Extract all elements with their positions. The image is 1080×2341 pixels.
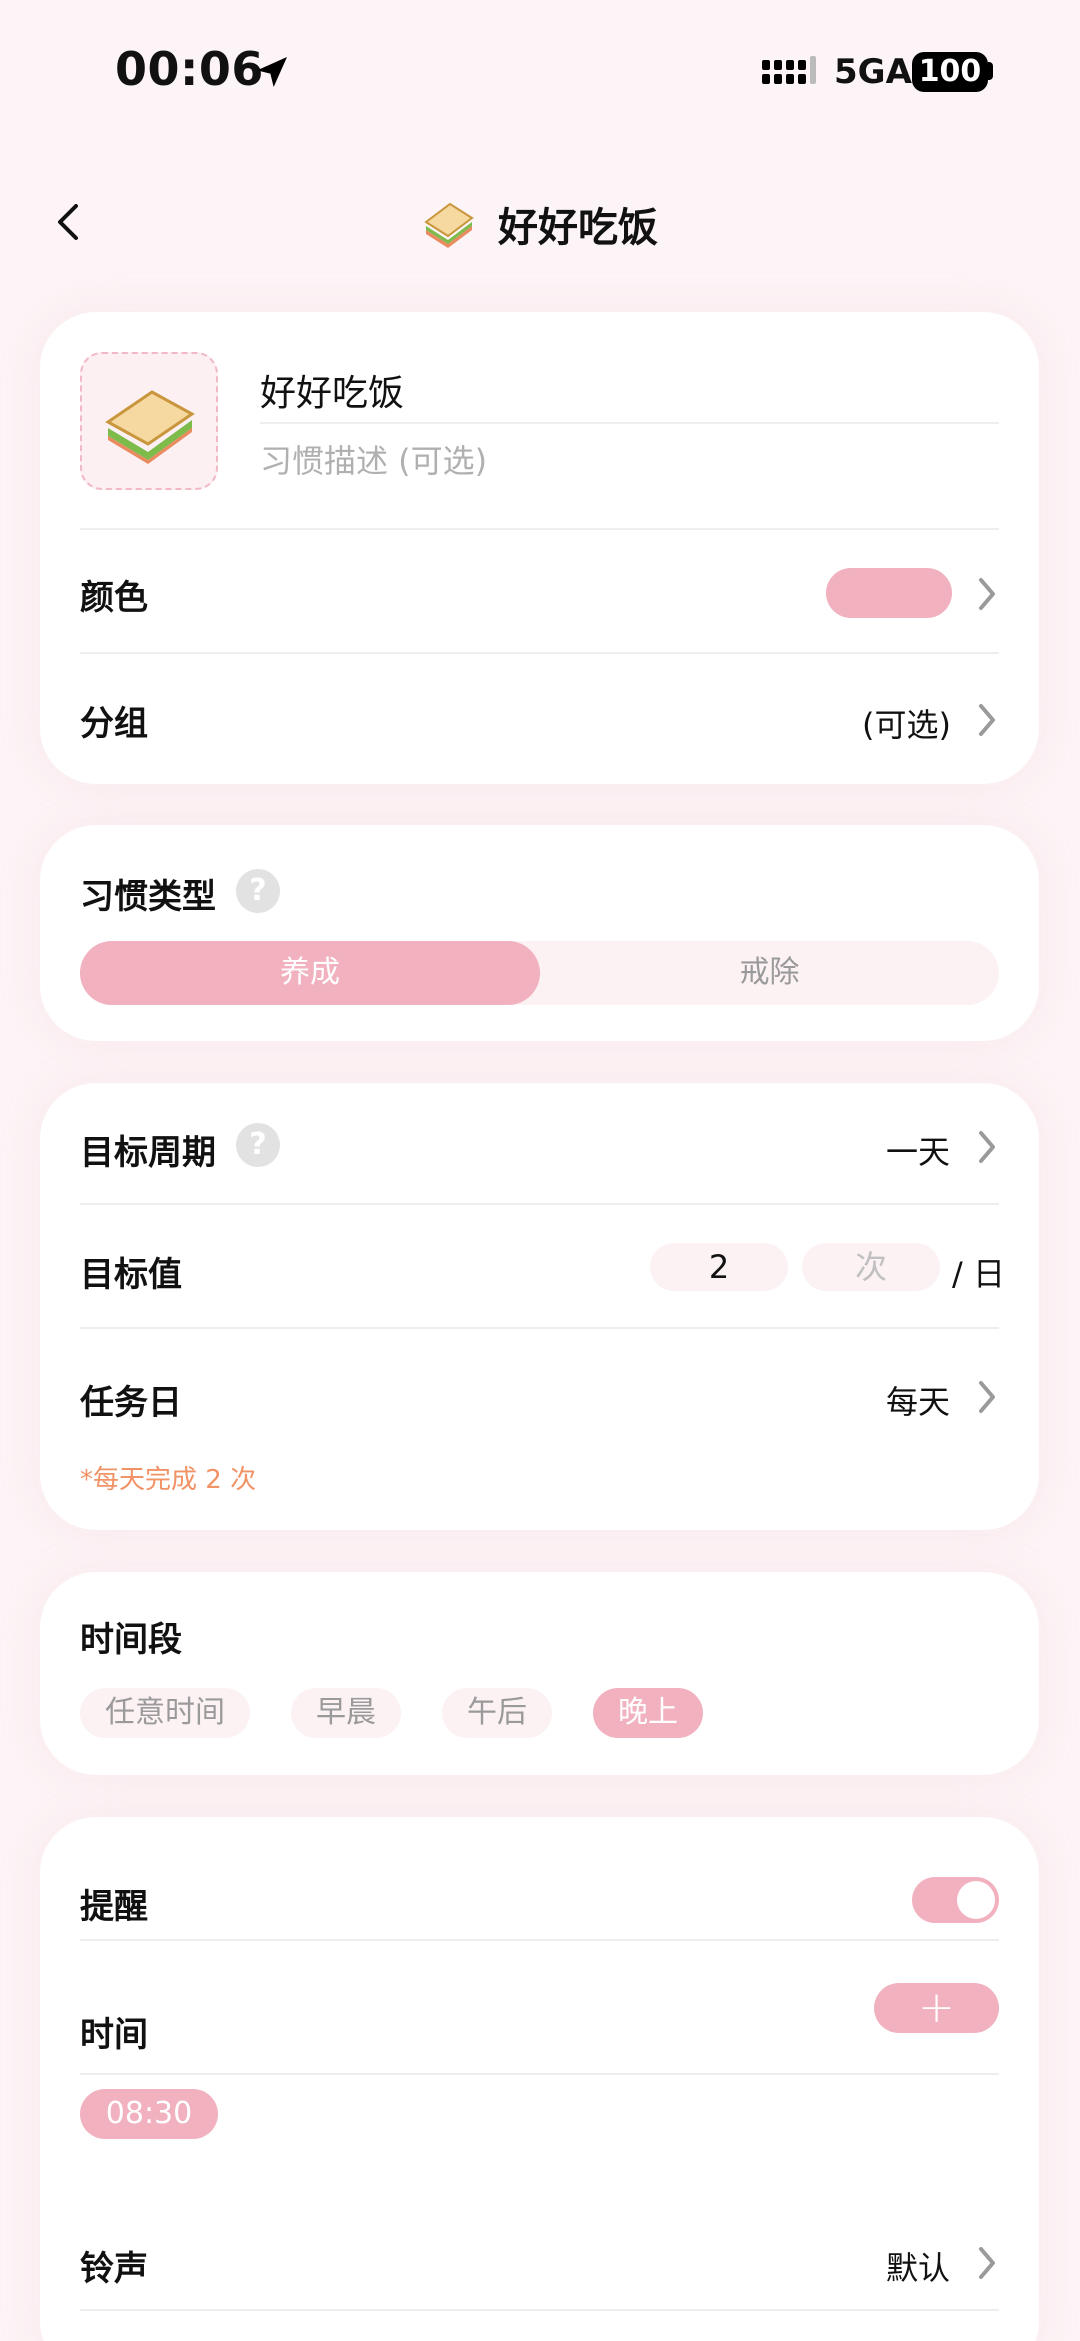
chevron-right-icon[interactable] bbox=[975, 1379, 999, 1415]
goal-unit-input[interactable]: 次 bbox=[802, 1243, 940, 1291]
divider bbox=[80, 2309, 999, 2311]
color-label: 颜色 bbox=[80, 578, 148, 618]
sandwich-icon bbox=[105, 390, 195, 464]
toggle-knob bbox=[957, 1881, 995, 1919]
habit-description-field[interactable]: 习惯描述 (可选) bbox=[260, 436, 487, 482]
habit-name-field[interactable]: 好好吃饭 bbox=[260, 364, 404, 416]
goal-value-input[interactable]: 2 bbox=[650, 1243, 788, 1291]
habit-icon-picker[interactable] bbox=[80, 352, 218, 490]
divider bbox=[80, 2073, 999, 2075]
location-arrow-icon bbox=[257, 57, 287, 87]
reminder-card: 提醒 时间 + 08:30 铃声 默认 bbox=[40, 1817, 1039, 2341]
segment-build[interactable]: 养成 bbox=[80, 941, 540, 1005]
habit-type-segmented: 养成 戒除 bbox=[80, 941, 999, 1005]
chip-morning[interactable]: 早晨 bbox=[291, 1688, 401, 1738]
reminder-time-chip[interactable]: 08:30 bbox=[80, 2089, 218, 2139]
signal-icon bbox=[762, 56, 816, 84]
chevron-right-icon[interactable] bbox=[975, 2245, 999, 2281]
habit-type-card: 习惯类型 ? 养成 戒除 bbox=[40, 825, 1039, 1041]
chip-anytime[interactable]: 任意时间 bbox=[80, 1688, 250, 1738]
add-time-button[interactable]: + bbox=[874, 1983, 999, 2033]
help-icon[interactable]: ? bbox=[236, 1123, 280, 1167]
group-value[interactable]: (可选) bbox=[862, 700, 951, 746]
segment-quit[interactable]: 戒除 bbox=[540, 941, 999, 1005]
reminder-label: 提醒 bbox=[80, 1887, 148, 1927]
chevron-right-icon[interactable] bbox=[975, 576, 999, 612]
divider bbox=[80, 528, 999, 530]
page-title: 好好吃饭 bbox=[498, 205, 658, 251]
time-slot-card: 时间段 任意时间 早晨 午后 晚上 bbox=[40, 1572, 1039, 1775]
status-time: 00:06 bbox=[115, 42, 264, 96]
color-swatch[interactable] bbox=[826, 568, 952, 618]
time-slot-label: 时间段 bbox=[80, 1620, 182, 1660]
battery-nub bbox=[988, 62, 993, 80]
goal-hint: *每天完成 2 次 bbox=[80, 1465, 257, 1495]
ringtone-value[interactable]: 默认 bbox=[886, 2243, 950, 2289]
chevron-right-icon[interactable] bbox=[975, 702, 999, 738]
chevron-left-icon[interactable] bbox=[52, 200, 84, 244]
group-label: 分组 bbox=[80, 704, 148, 744]
sandwich-icon bbox=[424, 202, 474, 248]
time-label: 时间 bbox=[80, 2015, 148, 2055]
divider bbox=[80, 1327, 999, 1329]
chip-afternoon[interactable]: 午后 bbox=[442, 1688, 552, 1738]
task-day-label: 任务日 bbox=[80, 1383, 182, 1423]
goal-period-label: 目标周期 bbox=[80, 1133, 216, 1173]
reminder-toggle[interactable] bbox=[912, 1877, 999, 1923]
goal-per-label: / 日 bbox=[952, 1255, 1005, 1293]
habit-type-label: 习惯类型 bbox=[80, 877, 216, 917]
divider bbox=[80, 1203, 999, 1205]
goal-card: 目标周期 ? 一天 目标值 2 次 / 日 任务日 每天 *每天完成 2 次 bbox=[40, 1083, 1039, 1530]
battery-indicator: 100 bbox=[912, 52, 988, 92]
network-label: 5GA bbox=[834, 52, 912, 92]
chip-evening[interactable]: 晚上 bbox=[593, 1688, 703, 1738]
goal-period-value[interactable]: 一天 bbox=[886, 1127, 950, 1173]
divider bbox=[80, 652, 999, 654]
help-icon[interactable]: ? bbox=[236, 869, 280, 913]
basic-info-card: 好好吃饭 习惯描述 (可选) 颜色 分组 (可选) bbox=[40, 312, 1039, 784]
divider bbox=[80, 1939, 999, 1941]
name-underline bbox=[260, 422, 999, 424]
task-day-value[interactable]: 每天 bbox=[886, 1377, 950, 1423]
chevron-right-icon[interactable] bbox=[975, 1129, 999, 1165]
ringtone-label: 铃声 bbox=[80, 2249, 148, 2289]
goal-value-label: 目标值 bbox=[80, 1255, 182, 1295]
